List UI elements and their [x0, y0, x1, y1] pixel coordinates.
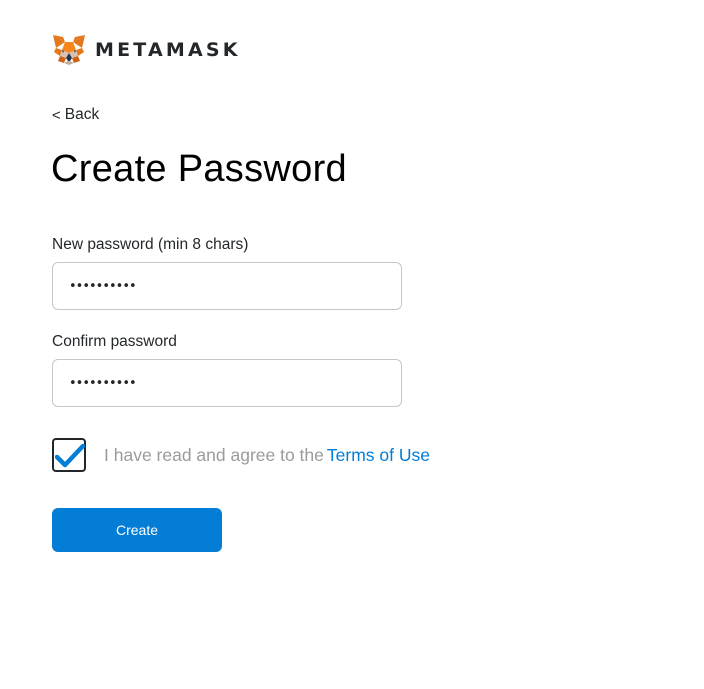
create-password-page: METAMASK < Back Create Password New pass… [0, 0, 704, 689]
brand-wordmark: METAMASK [95, 38, 241, 61]
confirm-password-label: Confirm password [52, 333, 177, 350]
back-label: Back [64, 106, 100, 123]
chevron-left-icon: < [52, 106, 61, 124]
terms-agreement: I have read and agree to the Terms of Use [104, 445, 430, 466]
header: METAMASK [52, 33, 241, 67]
confirm-password-input[interactable] [52, 359, 402, 407]
new-password-input[interactable] [52, 262, 402, 310]
create-button[interactable]: Create [52, 508, 222, 552]
terms-checkbox[interactable] [52, 438, 86, 472]
terms-of-use-link[interactable]: Terms of Use [327, 445, 430, 465]
checkmark-icon [55, 443, 85, 468]
back-link[interactable]: < Back [52, 106, 99, 124]
terms-agree-text: I have read and agree to the [104, 445, 324, 465]
metamask-fox-icon [53, 35, 85, 65]
new-password-label: New password (min 8 chars) [52, 236, 249, 253]
page-title: Create Password [51, 148, 347, 190]
